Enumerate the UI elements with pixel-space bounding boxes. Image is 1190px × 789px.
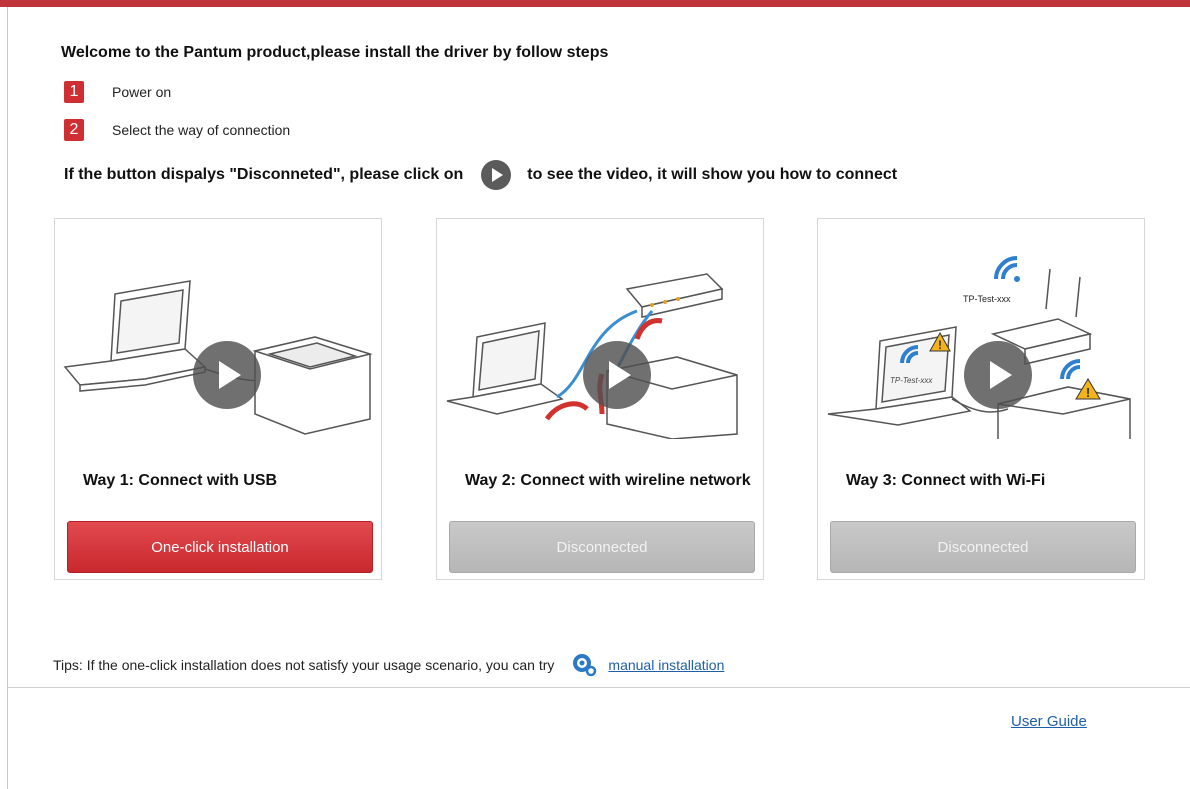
card-label: Way 1: Connect with USB — [83, 472, 278, 489]
step-text: Power on — [112, 84, 172, 100]
connection-card-usb: Way 1: Connect with USB One-click instal… — [54, 218, 382, 580]
step-text: Select the way of connection — [112, 122, 291, 138]
page-title: Welcome to the Pantum product,please ins… — [61, 44, 609, 61]
svg-text:!: ! — [1086, 385, 1090, 400]
wireline-connection-illustration — [446, 273, 738, 439]
hint-text-after: to see the video, it will show you how t… — [527, 166, 898, 183]
tips-text: Tips: If the one-click installation does… — [53, 657, 555, 673]
footer-divider — [8, 687, 1190, 688]
ssid-label-laptop: TP-Test-xxx — [890, 376, 933, 385]
hint-text-before: If the button dispalys "Disconneted", pl… — [64, 166, 464, 183]
user-guide-link[interactable]: User Guide — [1011, 713, 1087, 730]
gear-icon[interactable] — [572, 653, 598, 677]
card-label: Way 3: Connect with Wi-Fi — [846, 472, 1046, 489]
step-number-badge: 2 — [64, 119, 84, 141]
video-play-button[interactable] — [583, 341, 651, 409]
disconnected-button-wifi[interactable]: Disconnected — [830, 521, 1136, 573]
one-click-installation-button[interactable]: One-click installation — [67, 521, 373, 573]
step-1: 1 Power on — [64, 80, 171, 104]
connection-card-wifi: ! ! TP-Test-xxx TP-Test-xxx Way 3: Conne… — [817, 218, 1145, 580]
video-play-button[interactable] — [193, 341, 261, 409]
disconnected-button-wireline[interactable]: Disconnected — [449, 521, 755, 573]
window-left-border — [7, 7, 8, 789]
tips-row: Tips: If the one-click installation does… — [53, 652, 724, 678]
video-hint: If the button dispalys "Disconneted", pl… — [64, 160, 897, 190]
step-2: 2 Select the way of connection — [64, 118, 290, 142]
wifi-connection-illustration: ! ! TP-Test-xxx TP-Test-xxx — [827, 256, 1131, 439]
connection-card-wireline: Way 2: Connect with wireline network Dis… — [436, 218, 764, 580]
ssid-label-router: TP-Test-xxx — [963, 294, 1011, 304]
window-top-accent-bar — [0, 0, 1190, 7]
card-label: Way 2: Connect with wireline network — [465, 472, 751, 489]
video-play-button[interactable] — [964, 341, 1032, 409]
step-number-badge: 1 — [64, 81, 84, 103]
svg-text:!: ! — [938, 338, 942, 352]
play-icon — [481, 160, 512, 190]
manual-installation-link[interactable]: manual installation — [608, 657, 724, 673]
